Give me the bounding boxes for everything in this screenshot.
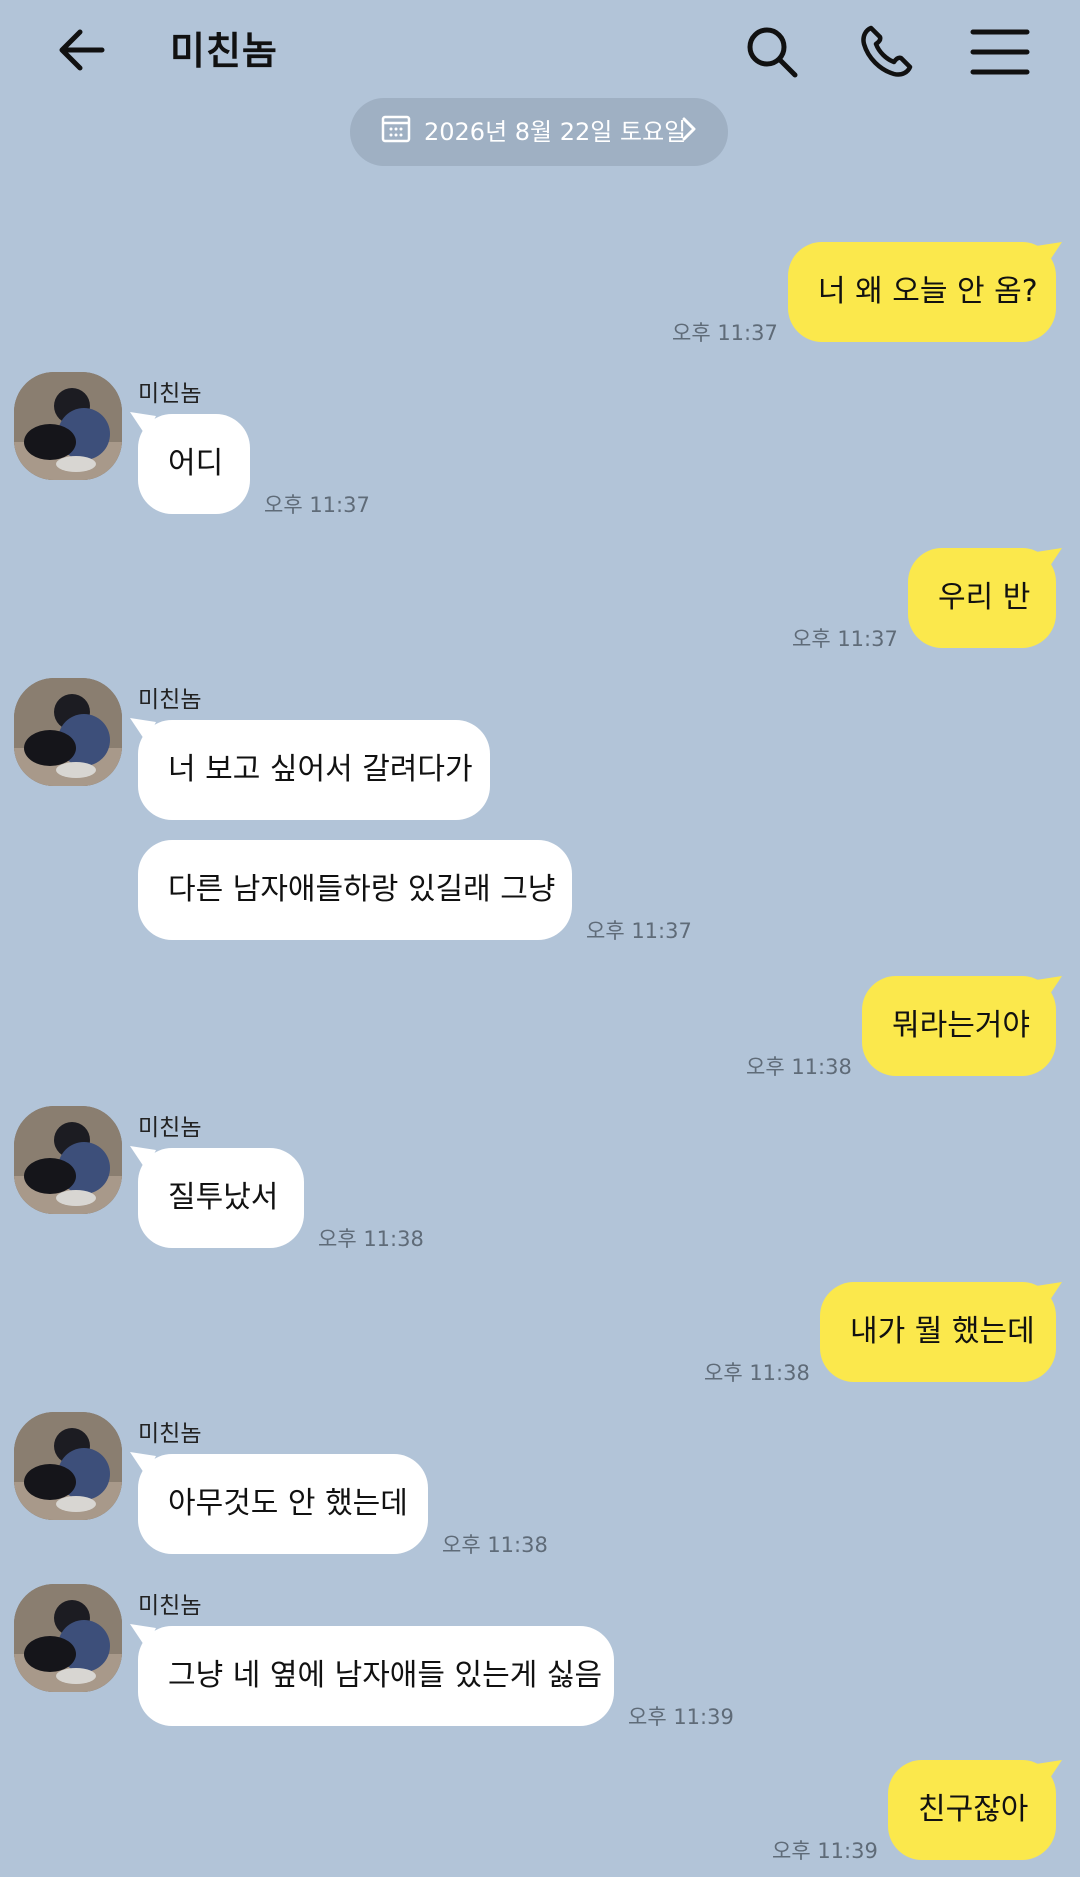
bubble-tail bbox=[1036, 548, 1062, 572]
friend-message-bubble[interactable]: 어디 bbox=[138, 414, 250, 514]
my-message-bubble[interactable]: 우리 반 bbox=[908, 548, 1056, 648]
friend-message-bubble[interactable]: 너 보고 싶어서 갈려다가 bbox=[138, 720, 490, 820]
bubble-tail bbox=[1036, 976, 1062, 1000]
my-message-bubble[interactable]: 내가 뭘 했는데 bbox=[820, 1282, 1056, 1382]
message-text: 다른 남자애들하랑 있길래 그냥 bbox=[168, 872, 556, 907]
avatar[interactable] bbox=[14, 372, 122, 480]
bubble-tail bbox=[1036, 1282, 1062, 1306]
message-text: 내가 뭘 했는데 bbox=[850, 1314, 1035, 1349]
message-time: 오후 11:38 bbox=[318, 1227, 424, 1251]
message-text: 어디 bbox=[168, 446, 224, 481]
my-message-bubble[interactable]: 친구잖아 bbox=[888, 1760, 1056, 1860]
message-text: 아무것도 안 했는데 bbox=[168, 1486, 408, 1521]
message-text: 너 왜 오늘 안 옴? bbox=[818, 274, 1038, 309]
sender-name: 미친놈 bbox=[138, 381, 202, 407]
sender-name: 미친놈 bbox=[138, 1593, 202, 1619]
avatar[interactable] bbox=[14, 678, 122, 786]
my-message-bubble[interactable]: 뭐라는거야 bbox=[862, 976, 1056, 1076]
sender-name: 미친놈 bbox=[138, 687, 202, 713]
message-text: 친구잖아 bbox=[918, 1792, 1029, 1827]
message-text: 그냥 네 옆에 남자애들 있는게 싫음 bbox=[168, 1658, 603, 1693]
friend-message-bubble[interactable]: 질투났서 bbox=[138, 1148, 304, 1248]
message-time: 오후 11:39 bbox=[628, 1705, 734, 1729]
date-label: 2026년 8월 22일 토요일 bbox=[424, 118, 687, 146]
message-time: 오후 11:37 bbox=[792, 627, 898, 651]
message-time: 오후 11:39 bbox=[772, 1839, 878, 1863]
message-text: 뭐라는거야 bbox=[892, 1008, 1030, 1043]
friend-message-bubble[interactable]: 다른 남자애들하랑 있길래 그냥 bbox=[138, 840, 572, 940]
date-divider[interactable]: 2026년 8월 22일 토요일 bbox=[350, 98, 728, 166]
hamburger-menu-icon[interactable] bbox=[970, 22, 1030, 82]
friend-message-bubble[interactable]: 그냥 네 옆에 남자애들 있는게 싫음 bbox=[138, 1626, 614, 1726]
avatar[interactable] bbox=[14, 1584, 122, 1692]
message-time: 오후 11:37 bbox=[264, 493, 370, 517]
bubble-tail bbox=[1036, 242, 1062, 266]
message-text: 너 보고 싶어서 갈려다가 bbox=[168, 752, 473, 787]
message-time: 오후 11:37 bbox=[672, 321, 778, 345]
chat-room-title[interactable]: 미친놈 bbox=[170, 20, 278, 75]
avatar[interactable] bbox=[14, 1106, 122, 1214]
sender-name: 미친놈 bbox=[138, 1115, 202, 1141]
calendar-icon bbox=[381, 115, 411, 143]
message-time: 오후 11:38 bbox=[442, 1533, 548, 1557]
chat-header: 미친놈 bbox=[0, 0, 1080, 100]
avatar[interactable] bbox=[14, 1412, 122, 1520]
message-text: 우리 반 bbox=[938, 580, 1031, 615]
my-message-bubble[interactable]: 너 왜 오늘 안 옴? bbox=[788, 242, 1056, 342]
sender-name: 미친놈 bbox=[138, 1421, 202, 1447]
search-icon[interactable] bbox=[742, 22, 802, 82]
phone-call-icon[interactable] bbox=[856, 22, 916, 82]
friend-message-bubble[interactable]: 아무것도 안 했는데 bbox=[138, 1454, 428, 1554]
message-time: 오후 11:38 bbox=[746, 1055, 852, 1079]
message-text: 질투났서 bbox=[168, 1180, 279, 1215]
chevron-right-icon bbox=[682, 117, 696, 141]
bubble-tail bbox=[1036, 1760, 1062, 1784]
message-time: 오후 11:38 bbox=[704, 1361, 810, 1385]
message-time: 오후 11:37 bbox=[586, 919, 692, 943]
back-arrow-icon[interactable] bbox=[52, 22, 112, 82]
